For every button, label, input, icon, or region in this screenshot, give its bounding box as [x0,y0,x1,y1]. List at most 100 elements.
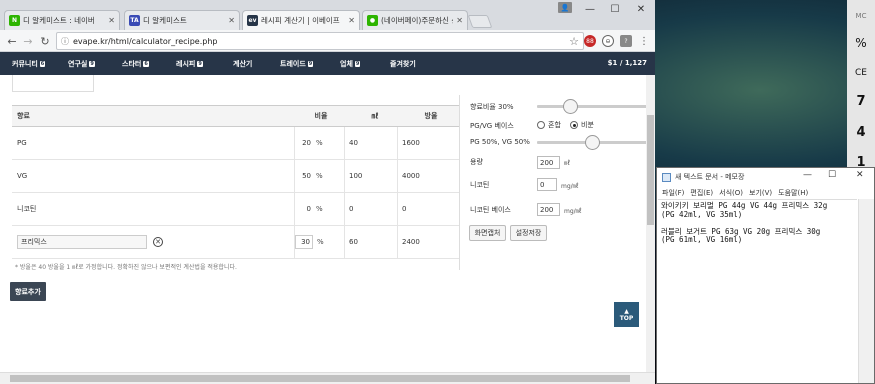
remove-row-icon[interactable]: ✕ [153,237,163,247]
top-label: TOP [619,314,634,322]
close-tab-icon[interactable]: ✕ [228,16,235,25]
exchange-rate: $1 / 1,127 [607,59,647,67]
slider-thumb[interactable] [585,135,600,150]
nav-calculator[interactable]: 계산기 [233,59,252,69]
calc-key-1[interactable]: 1 [847,155,875,170]
nav-community[interactable]: 커뮤니티 6 [12,59,46,69]
nav-label: 업체 [340,60,353,68]
chrome-menu-icon[interactable]: ⋮ [638,35,650,47]
close-tab-icon[interactable]: ✕ [348,16,355,25]
extension-badge-icon[interactable]: 88 [584,35,596,47]
nicotine-unit: mg/㎖ [561,183,579,190]
extension-circle-icon[interactable]: ⊖ [602,35,614,47]
vertical-scrollbar[interactable] [646,75,655,372]
nav-badge: 9 [89,61,95,67]
back-arrow-icon[interactable]: ← [4,33,20,49]
close-window-button[interactable]: ✕ [856,170,864,180]
tab-naver[interactable]: N 디 알케미스트 : 네이버 ✕ [4,10,120,30]
url-text[interactable]: evape.kr/html/calculator_recipe.php [73,37,565,46]
row-ratio: 50 % [295,160,347,192]
notepad-text-area[interactable]: 와이키키 보리멀 PG 44g VG 44g 프리믹스 32g (PG 42ml… [658,199,857,383]
row-drops: 4000 [402,172,420,180]
tab-label: (네이버페이)주문하신 상 [381,16,454,25]
volume-input[interactable]: 200 [537,156,560,169]
profile-icon[interactable]: 👤 [558,2,572,13]
page-info-icon[interactable]: ⓘ [61,36,69,47]
header-ratio: 비율 [314,112,328,120]
close-tab-icon[interactable]: ✕ [456,16,463,25]
menu-help[interactable]: 도움말(H) [778,188,808,198]
minimize-button[interactable]: — [803,170,812,180]
nic-base-input[interactable]: 200 [537,203,560,216]
volume-unit: ㎖ [564,160,571,167]
flavor-name-input[interactable]: 프리믹스 [17,235,147,249]
nav-lab[interactable]: 연구실 9 [68,59,95,69]
radio-ratio-dot[interactable] [570,121,578,129]
menu-file[interactable]: 파일(F) [662,188,684,198]
tab-label: 디 알케미스트 [143,16,187,25]
nav-trade[interactable]: 트레이드 9 [280,59,314,69]
extension-square-icon[interactable]: ? [620,35,632,47]
nav-recipe[interactable]: 레시피 9 [176,59,203,69]
menu-edit[interactable]: 편집(E) [690,188,713,198]
pgvg-slider[interactable] [537,135,647,150]
calc-key-percent[interactable]: % [847,36,875,50]
close-tab-icon[interactable]: ✕ [108,16,115,25]
radio-ratio[interactable]: 비분 [570,120,594,130]
ratio-input[interactable]: 30 [295,235,313,249]
calc-key-mc[interactable]: MC [847,12,875,20]
row-name: 니코틴 [17,205,37,213]
radio-mix-dot[interactable] [537,121,545,129]
site-navigation: 커뮤니티 6 연구실 9 스타터 6 레시피 9 계산기 트레이드 9 업체 9… [0,52,655,75]
evape-favicon-icon: ev [247,15,258,26]
tab-naverpay[interactable]: ● (네이버페이)주문하신 상 ✕ [362,10,468,30]
horizontal-scrollbar[interactable] [0,372,655,384]
save-settings-button[interactable]: 설정저장 [510,225,547,241]
pgvg-base-label: PG/VG 베이스 [470,122,514,130]
screen-capture-button[interactable]: 화면캡처 [469,225,506,241]
tab-recipe-calculator[interactable]: ev 레시피 계산기 | 이베이프 ✕ [242,10,360,30]
scrollbar-thumb[interactable] [647,115,654,225]
row-ratio: 20 % [295,127,347,159]
table-row: PG 20 % 40 1600 [12,127,460,160]
slider-thumb[interactable] [563,99,578,114]
radio-ratio-label: 비분 [581,121,594,129]
nicotine-input[interactable]: 0 [537,178,557,191]
flavor-ratio-label: 향료비율 30% [470,103,514,111]
row-ml: 100 [349,172,363,180]
radio-mix[interactable]: 혼합 [537,120,561,130]
menu-format[interactable]: 서식(O) [719,188,743,198]
maximize-button[interactable]: ☐ [603,2,627,16]
notepad-window: 새 텍스트 문서 - 메모장 — ☐ ✕ 파일(F) 편집(E) 서식(O) 보… [656,167,875,384]
tab-alchemist[interactable]: TA 디 알케미스트 ✕ [124,10,240,30]
nav-vendors[interactable]: 업체 9 [340,59,361,69]
scrollbar-thumb[interactable] [10,375,630,382]
row-drops: 2400 [402,238,420,246]
calc-key-7[interactable]: 7 [847,94,875,109]
nav-badge: 9 [197,61,203,67]
row-ratio: 0 % [295,193,347,225]
calc-key-ce[interactable]: CE [847,68,875,78]
menu-view[interactable]: 보기(V) [749,188,772,198]
radio-mix-label: 혼합 [548,121,561,129]
arrow-up-icon: ▲ [624,307,629,315]
close-window-button[interactable]: ✕ [629,2,653,16]
browser-toolbar: ← → ↻ ⓘ evape.kr/html/calculator_recipe.… [0,30,655,52]
nav-favorites[interactable]: 즐겨찾기 [390,59,416,69]
nav-starter[interactable]: 스타터 6 [122,59,149,69]
add-flavor-button[interactable]: 향료추가 [10,282,46,301]
scroll-top-button[interactable]: ▲ TOP [614,302,639,327]
new-tab-button[interactable] [467,15,493,28]
address-bar[interactable]: ⓘ evape.kr/html/calculator_recipe.php ☆ [56,32,584,50]
calc-key-4[interactable]: 4 [847,125,875,140]
pgvg-label: PG 50%, VG 50% [470,138,530,146]
notepad-titlebar[interactable]: 새 텍스트 문서 - 메모장 [657,168,874,186]
nav-label: 스타터 [122,60,142,68]
notepad-scrollbar[interactable] [858,199,874,383]
minimize-button[interactable]: — [578,2,602,16]
bookmark-star-icon[interactable]: ☆ [569,35,583,48]
forward-arrow-icon[interactable]: → [20,33,36,49]
reload-icon[interactable]: ↻ [37,33,53,49]
flavor-ratio-slider[interactable] [537,99,647,114]
maximize-button[interactable]: ☐ [828,170,836,180]
